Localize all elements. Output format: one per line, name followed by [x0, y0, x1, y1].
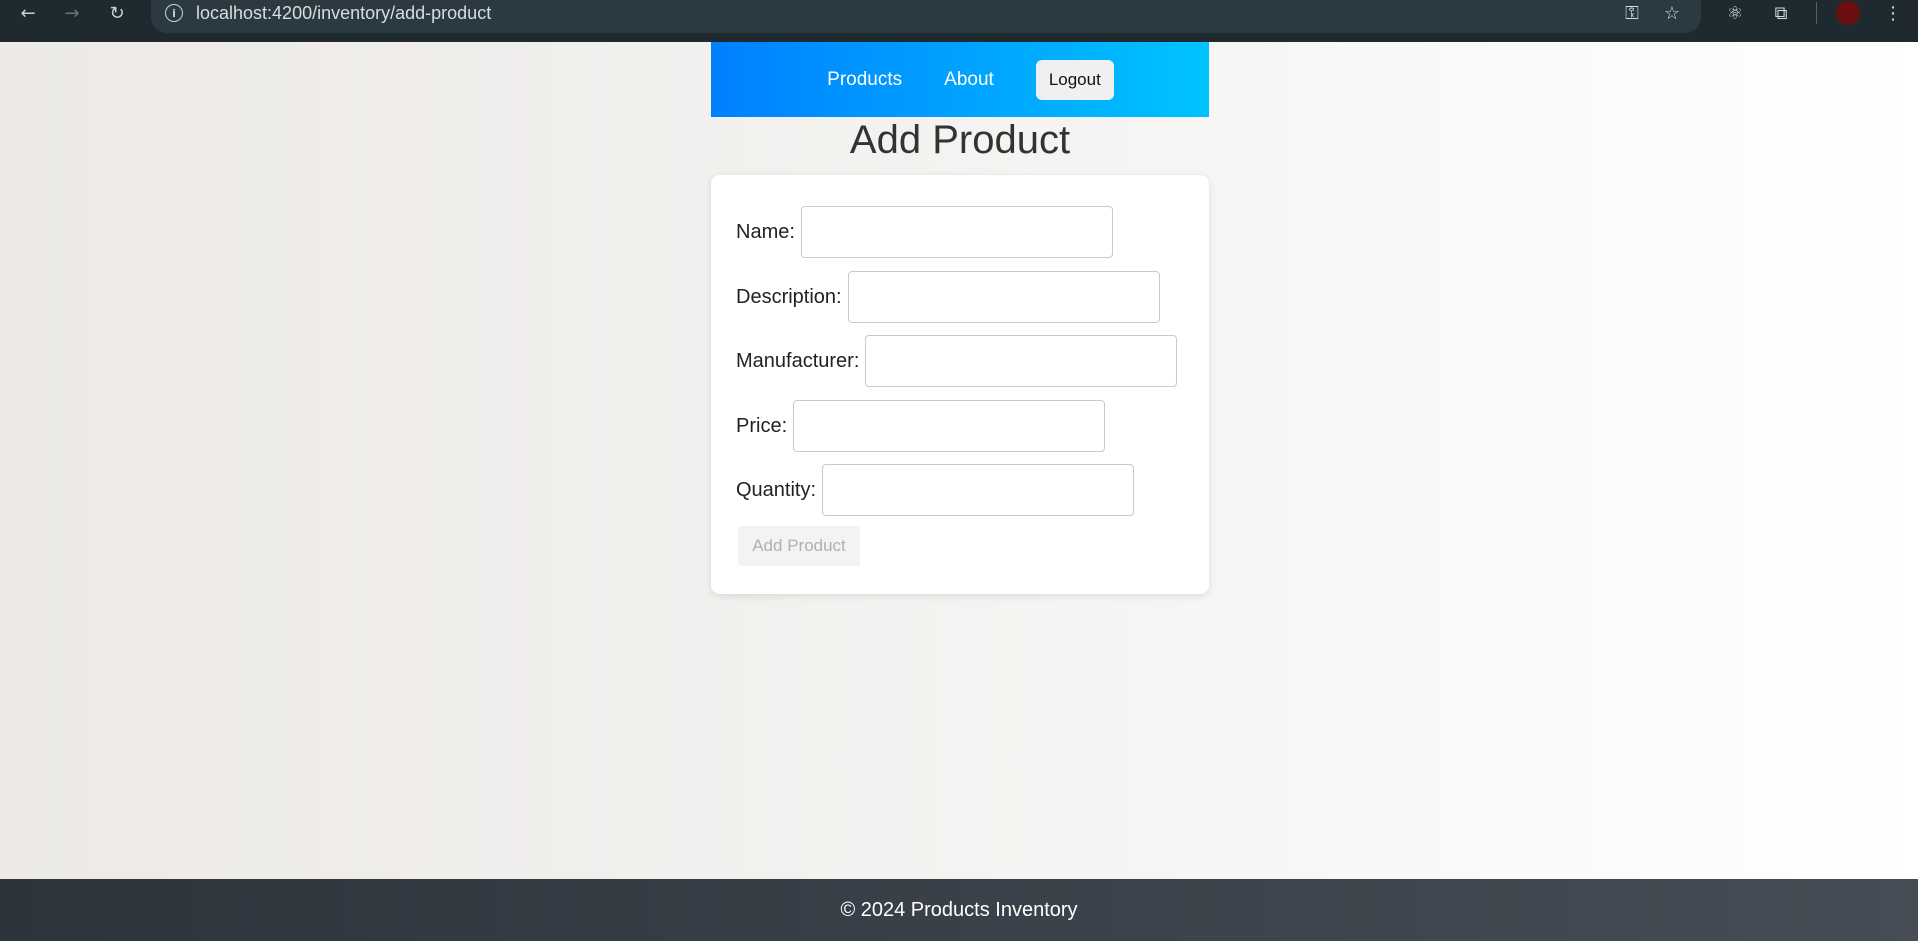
address-bar[interactable]: i localhost:4200/inventory/add-product ⚿…: [151, 0, 1701, 33]
password-key-icon[interactable]: ⚿: [1620, 2, 1644, 24]
toolbar-divider: [1816, 2, 1817, 24]
form-row-name: Name:: [736, 206, 1113, 258]
extensions-icon[interactable]: ⧉: [1769, 2, 1793, 24]
name-input[interactable]: [800, 206, 1113, 258]
form-row-price: Price:: [736, 400, 1106, 452]
back-arrow-icon[interactable]: ←: [8, 0, 48, 26]
bookmark-star-icon[interactable]: ☆: [1660, 2, 1684, 24]
add-product-form: Name: Description: Manufacturer: Price: …: [711, 175, 1209, 594]
footer-copyright: © 2024 Products Inventory: [840, 898, 1078, 921]
description-label: Description:: [736, 285, 842, 308]
name-label: Name:: [736, 220, 795, 243]
url-text[interactable]: localhost:4200/inventory/add-product: [196, 2, 491, 24]
add-product-button[interactable]: Add Product: [738, 526, 860, 566]
quantity-label: Quantity:: [736, 478, 817, 501]
react-devtools-icon[interactable]: ⚛: [1723, 2, 1747, 24]
nav-link-about[interactable]: About: [944, 69, 994, 91]
app-header: Products About Logout: [711, 42, 1209, 117]
browser-menu-icon[interactable]: ⋮: [1881, 2, 1905, 24]
quantity-input[interactable]: [822, 464, 1135, 516]
profile-avatar[interactable]: [1836, 1, 1860, 25]
manufacturer-label: Manufacturer:: [736, 349, 860, 372]
form-row-description: Description:: [736, 271, 1160, 323]
price-input[interactable]: [793, 400, 1106, 452]
browser-toolbar: ← → ↻ i localhost:4200/inventory/add-pro…: [0, 0, 1918, 42]
manufacturer-input[interactable]: [865, 335, 1178, 387]
forward-arrow-icon[interactable]: →: [52, 0, 92, 26]
page-footer: © 2024 Products Inventory: [0, 879, 1918, 941]
description-input[interactable]: [847, 271, 1160, 323]
site-info-icon[interactable]: i: [165, 4, 183, 22]
price-label: Price:: [736, 414, 788, 437]
form-row-manufacturer: Manufacturer:: [736, 335, 1178, 387]
nav-link-products[interactable]: Products: [827, 69, 902, 91]
reload-icon[interactable]: ↻: [97, 0, 137, 26]
logout-button[interactable]: Logout: [1035, 59, 1114, 100]
page-title: Add Product: [849, 118, 1071, 162]
form-row-quantity: Quantity:: [736, 464, 1135, 516]
